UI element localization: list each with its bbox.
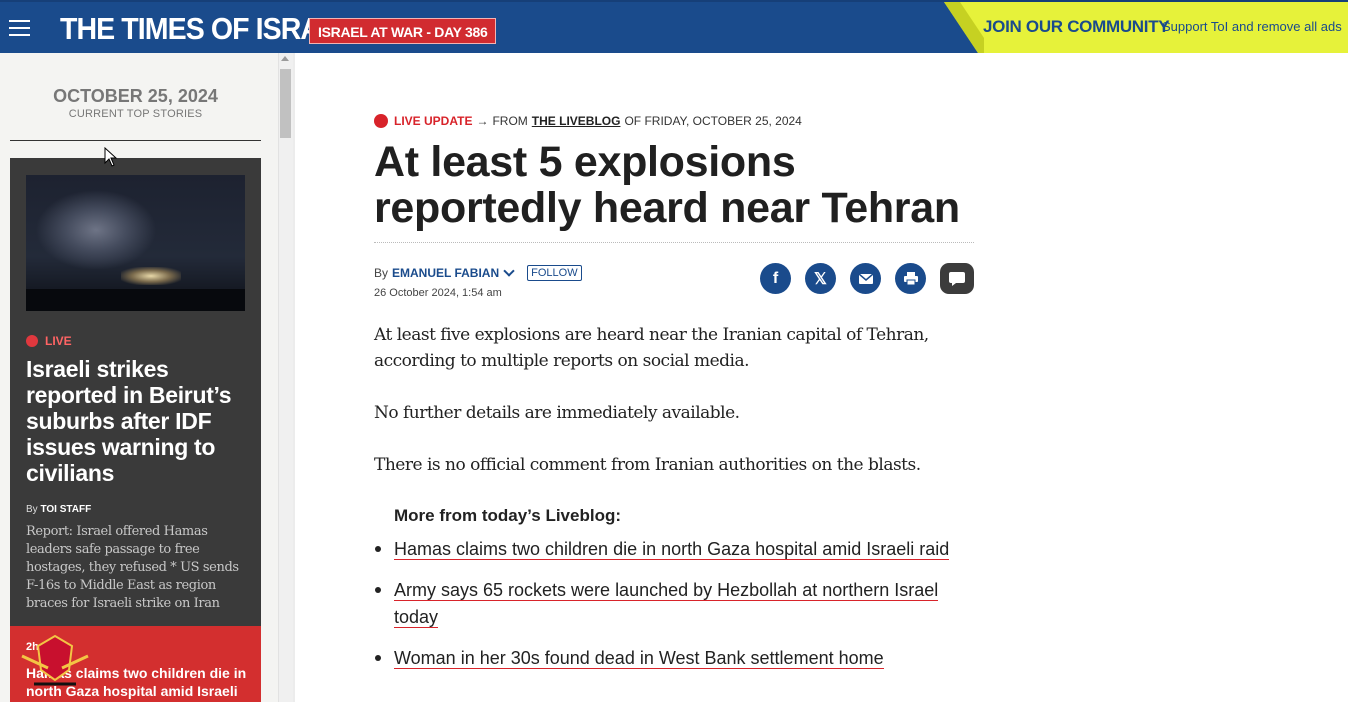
arrow-icon: → [476,114,489,128]
facebook-icon[interactable]: f [760,263,791,294]
scroll-up-arrow-icon[interactable] [281,56,289,61]
story-title[interactable]: Israeli strikes reported in Beirut’s sub… [26,356,248,486]
content-divider [293,53,295,702]
follow-button[interactable]: FOLLOW [527,265,582,281]
more-from-liveblog-title: More from today’s Liveblog: [394,506,622,525]
watermark-emblem [21,634,89,686]
byline-author[interactable]: TOI STAFF [40,504,91,515]
live-update-meta: LIVE UPDATE → FROM THE LIVEBLOG OF FRIDA… [374,114,802,128]
fire-glow [121,267,181,285]
hamburger-menu-icon[interactable] [9,20,30,36]
list-item: Woman in her 30s found dead in West Bank… [374,645,964,672]
list-item: Hamas claims two children die in north G… [374,536,964,563]
sidebar: OCTOBER 25, 2024 CURRENT TOP STORIES LIV… [0,53,278,702]
print-icon[interactable] [895,263,926,294]
sidebar-subtitle: CURRENT TOP STORIES [68,108,203,120]
article-paragraph: No further details are immediately avail… [374,403,740,423]
join-community-title[interactable]: JOIN OUR COMMUNITY [983,17,1170,37]
scrollbar-thumb[interactable] [280,69,291,138]
email-icon[interactable] [850,263,881,294]
liveblog-link[interactable]: THE LIVEBLOG [532,114,621,128]
headline-divider [374,242,974,243]
publish-date: 26 October 2024, 1:54 am [374,287,502,299]
author-link[interactable]: EMANUEL FABIAN [392,266,499,280]
article-byline: By EMANUEL FABIAN FOLLOW [374,264,582,281]
live-dot-icon [26,335,38,347]
story-byline: By TOI STAFF [26,504,91,515]
related-link[interactable]: Woman in her 30s found dead in West Bank… [394,648,884,669]
story-image[interactable] [26,175,245,311]
sidebar-date: OCTOBER 25, 2024 [53,86,218,106]
mouse-cursor-icon [104,147,117,167]
join-community-subtitle[interactable]: Support ToI and remove all ads [1162,19,1342,34]
sidebar-scrollbar[interactable] [278,53,293,702]
live-indicator: LIVE [26,334,72,348]
live-label: LIVE [45,334,72,348]
byline-prefix: By [374,266,389,280]
from-label: FROM [492,114,528,128]
x-icon[interactable]: 𝕏 [805,263,836,294]
article-headline: At least 5 explosions reportedly heard n… [374,138,960,232]
comment-icon[interactable] [940,263,974,294]
byline-prefix: By [26,504,38,515]
article-paragraph: At least five explosions are heard near … [374,325,929,371]
sidebar-divider [10,140,261,141]
chevron-down-icon[interactable] [503,264,515,277]
war-day-badge[interactable]: ISRAEL AT WAR - DAY 386 [309,18,497,44]
more-links-list: Hamas claims two children die in north G… [374,536,964,686]
related-link[interactable]: Army says 65 rockets were launched by He… [394,580,939,628]
live-update-label: LIVE UPDATE [394,114,473,128]
night-ground [26,289,245,311]
article-paragraph: There is no official comment from Irania… [374,455,921,475]
story-excerpt: Report: Israel offered Hamas leaders saf… [26,524,239,611]
top-story-card[interactable]: LIVE Israeli strikes reported in Beirut’… [10,158,261,628]
related-link[interactable]: Hamas claims two children die in north G… [394,539,950,560]
liveblog-date: OF FRIDAY, OCTOBER 25, 2024 [624,114,802,128]
live-update-dot-icon [374,114,388,128]
list-item: Army says 65 rockets were launched by He… [374,577,964,631]
